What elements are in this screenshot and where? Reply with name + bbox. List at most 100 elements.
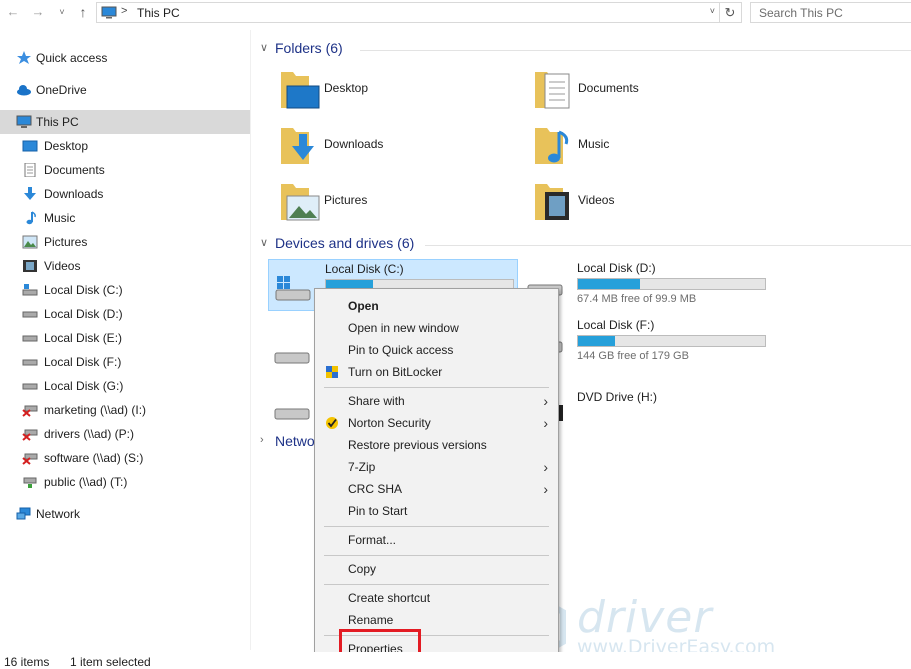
refresh-button[interactable]: ↻ xyxy=(719,3,740,22)
drive-usage-fill xyxy=(578,279,640,289)
menu-copy[interactable]: Copy xyxy=(315,558,558,580)
menu-pin-to-start[interactable]: Pin to Start xyxy=(315,500,558,522)
desktop-icon xyxy=(22,140,38,152)
nav-label: software (\\ad) (S:) xyxy=(44,451,144,465)
drive-icon xyxy=(22,359,38,366)
shield-icon xyxy=(326,366,338,378)
folder-music[interactable]: Music xyxy=(533,124,773,174)
nav-documents[interactable]: Documents xyxy=(0,158,250,182)
menu-open-new-window[interactable]: Open in new window xyxy=(315,317,558,339)
nav-label: Music xyxy=(44,211,76,225)
nav-local-disk-d[interactable]: Local Disk (D:) xyxy=(0,302,250,326)
folder-name: Pictures xyxy=(324,193,368,207)
nav-label: Desktop xyxy=(44,139,89,153)
videos-folder-icon xyxy=(535,184,569,220)
nav-label: Documents xyxy=(44,163,105,177)
nav-label: Local Disk (F:) xyxy=(44,355,122,369)
menu-rename[interactable]: Rename xyxy=(315,609,558,631)
nav-videos[interactable]: Videos xyxy=(0,254,250,278)
network-drive-disconnected-icon xyxy=(22,453,38,465)
navigation-pane: Quick access OneDrive This PC Desktop Do… xyxy=(0,40,250,652)
menu-turn-on-bitlocker[interactable]: Turn on BitLocker xyxy=(315,361,558,383)
nav-this-pc[interactable]: This PC xyxy=(0,110,250,134)
chevron-right-icon: › xyxy=(543,459,548,475)
chevron-right-icon[interactable]: › xyxy=(260,434,264,446)
drive-icon xyxy=(22,335,38,342)
nav-local-disk-e[interactable]: Local Disk (E:) xyxy=(0,326,250,350)
chevron-right-icon: › xyxy=(543,415,548,431)
search-input[interactable]: Search This PC xyxy=(750,2,911,23)
music-folder-icon xyxy=(535,128,569,164)
drive-free-space: 144 GB free of 179 GB xyxy=(577,350,689,362)
nav-network[interactable]: Network xyxy=(0,502,250,526)
pictures-folder-icon xyxy=(281,184,320,221)
menu-7zip[interactable]: 7-Zip › xyxy=(315,456,558,478)
menu-label: Format... xyxy=(348,533,397,547)
videos-icon xyxy=(23,260,37,272)
folder-name: Music xyxy=(578,137,610,151)
drive-icon xyxy=(22,383,38,390)
music-icon xyxy=(26,211,36,225)
nav-label: Local Disk (D:) xyxy=(44,307,123,321)
nav-network-drive-p[interactable]: drivers (\\ad) (P:) xyxy=(0,422,250,446)
menu-restore-previous-versions[interactable]: Restore previous versions xyxy=(315,434,558,456)
nav-desktop[interactable]: Desktop xyxy=(0,134,250,158)
group-title: Folders (6) xyxy=(275,40,343,56)
menu-pin-quick-access[interactable]: Pin to Quick access xyxy=(315,339,558,361)
devices-group-header[interactable]: ∨ Devices and drives (6) xyxy=(260,234,911,254)
up-button[interactable]: ↑ xyxy=(75,4,91,20)
folder-videos[interactable]: Videos xyxy=(533,180,773,230)
menu-label: Pin to Quick access xyxy=(348,343,454,357)
nav-label: OneDrive xyxy=(36,83,87,97)
nav-pictures[interactable]: Pictures xyxy=(0,230,250,254)
nav-music[interactable]: Music xyxy=(0,206,250,230)
back-button[interactable]: ← xyxy=(6,4,20,20)
nav-network-drive-t[interactable]: public (\\ad) (T:) xyxy=(0,470,250,494)
network-drive-icon xyxy=(23,477,37,488)
norton-check-icon xyxy=(326,417,338,429)
menu-norton-security[interactable]: Norton Security › xyxy=(315,412,558,434)
nav-downloads[interactable]: Downloads xyxy=(0,182,250,206)
forward-button[interactable]: → xyxy=(31,4,45,20)
network-drive-disconnected-icon xyxy=(22,429,38,441)
menu-label: Rename xyxy=(348,613,394,627)
folder-name: Videos xyxy=(578,193,615,207)
menu-label: Create shortcut xyxy=(348,591,431,605)
menu-label: Open xyxy=(348,299,379,313)
chevron-down-icon[interactable]: ∨ xyxy=(260,236,268,249)
folder-desktop[interactable]: Desktop xyxy=(279,68,519,118)
menu-crc-sha[interactable]: CRC SHA › xyxy=(315,478,558,500)
menu-open[interactable]: Open xyxy=(315,295,558,317)
address-toolbar: ← → ˅ ↑ > This PC ˅ ↻ Search This PC xyxy=(0,0,911,26)
folder-downloads[interactable]: Downloads xyxy=(279,124,519,174)
nav-label: Downloads xyxy=(44,187,104,201)
menu-share-with[interactable]: Share with › xyxy=(315,390,558,412)
chevron-down-icon[interactable]: ∨ xyxy=(260,41,268,54)
menu-label: Norton Security xyxy=(348,416,431,430)
nav-label: Quick access xyxy=(36,51,108,65)
menu-label: Open in new window xyxy=(348,321,459,335)
nav-label: Videos xyxy=(44,259,81,273)
folder-pictures[interactable]: Pictures xyxy=(279,180,519,230)
menu-create-shortcut[interactable]: Create shortcut xyxy=(315,587,558,609)
download-icon xyxy=(24,187,36,200)
breadcrumb-this-pc[interactable]: This PC xyxy=(137,6,180,20)
nav-network-drive-i[interactable]: marketing (\\ad) (I:) xyxy=(0,398,250,422)
folder-documents[interactable]: Documents xyxy=(533,68,773,118)
chevron-down-icon[interactable]: ˅ xyxy=(710,6,715,16)
folders-group-header[interactable]: ∨ Folders (6) xyxy=(260,39,911,59)
nav-local-disk-g[interactable]: Local Disk (G:) xyxy=(0,374,250,398)
nav-network-drive-s[interactable]: software (\\ad) (S:) xyxy=(0,446,250,470)
nav-onedrive[interactable]: OneDrive xyxy=(0,78,250,102)
recent-locations-button[interactable]: ˅ xyxy=(56,4,68,20)
group-divider xyxy=(360,50,911,51)
breadcrumb-separator[interactable]: > xyxy=(121,5,127,17)
nav-local-disk-c[interactable]: Local Disk (C:) xyxy=(0,278,250,302)
nav-local-disk-f[interactable]: Local Disk (F:) xyxy=(0,350,250,374)
address-bar[interactable]: > This PC ˅ ↻ xyxy=(96,2,742,23)
folder-name: Desktop xyxy=(324,81,369,95)
menu-label: 7-Zip xyxy=(348,460,376,474)
nav-quick-access[interactable]: Quick access xyxy=(0,46,250,70)
menu-format[interactable]: Format... xyxy=(315,529,558,551)
drive-windows-icon xyxy=(275,276,311,301)
